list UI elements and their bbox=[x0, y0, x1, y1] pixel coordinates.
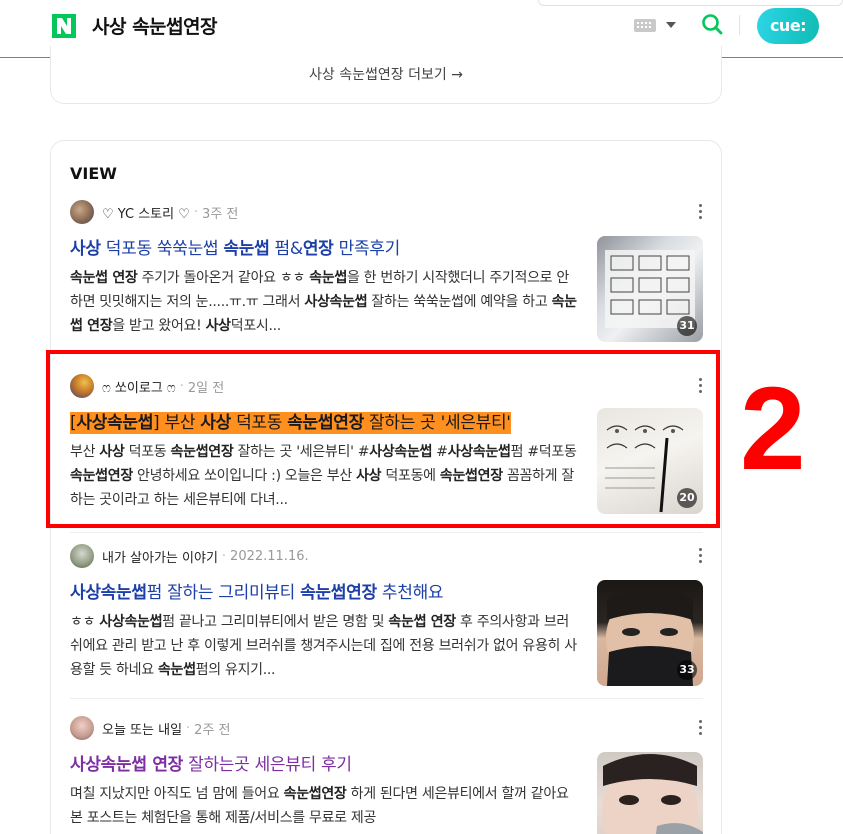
text-segment: 잘하는 쑥쑥눈썹에 예약을 하고 bbox=[367, 294, 552, 310]
separator-dot: · bbox=[193, 204, 199, 220]
section-title: VIEW bbox=[70, 164, 117, 183]
image-count-badge: 33 bbox=[677, 660, 697, 680]
more-results-link[interactable]: 사상 속눈썹연장 더보기 → bbox=[51, 64, 721, 84]
text-segment: 만족후기 bbox=[333, 239, 401, 259]
post-date: 2주 전 bbox=[194, 722, 231, 738]
author-name[interactable]: ♡ YC 스토리 ♡ bbox=[102, 203, 190, 222]
image-count-badge: 31 bbox=[677, 316, 697, 336]
author-name[interactable]: 오늘 또는 내일 bbox=[102, 719, 182, 738]
profile-row[interactable]: ♡ YC 스토리 ♡ · 3주 전 bbox=[70, 200, 238, 224]
annotation-highlight-box bbox=[46, 350, 720, 528]
text-segment: 펌 잘하는 그리미뷰티 bbox=[146, 583, 301, 603]
text-segment: 며칠 지났지만 아직도 넘 맘에 들어요 bbox=[70, 786, 284, 802]
more-results-card: 사상 속눈썹연장 더보기 → bbox=[50, 46, 722, 104]
more-options-icon[interactable] bbox=[697, 204, 703, 220]
chevron-down-icon[interactable] bbox=[666, 22, 676, 28]
separator-dot: · bbox=[221, 548, 227, 564]
post-thumbnail[interactable]: 31 bbox=[597, 236, 703, 342]
more-options-icon[interactable] bbox=[697, 720, 703, 736]
text-segment: 주기가 돌아온거 같아요 ㅎㅎ bbox=[137, 270, 310, 286]
post-title-link[interactable]: 사상속눈썹펌 잘하는 그리미뷰티 속눈썹연장 추천해요 bbox=[70, 578, 444, 603]
more-options-icon[interactable] bbox=[697, 548, 703, 564]
post-snippet[interactable]: ㅎㅎ 사상속눈썹펌 끝나고 그리미뷰티에서 받은 명함 및 속눈썹 연장 후 주… bbox=[70, 610, 580, 682]
profile-row[interactable]: 오늘 또는 내일 · 2주 전 bbox=[70, 716, 231, 740]
text-segment: 사상속눈썹 연장 bbox=[70, 755, 183, 775]
search-query-text[interactable]: 사상 속눈썹연장 bbox=[92, 12, 217, 39]
post-thumbnail[interactable]: 33 bbox=[597, 580, 703, 686]
list-item: 오늘 또는 내일 · 2주 전 사상속눈썹 연장 잘하는곳 세은뷰티 후기 며칠… bbox=[70, 716, 703, 834]
post-title-link[interactable]: 사상 덕포동 쑥쑥눈썹 속눈썹 펌&연장 만족후기 bbox=[70, 234, 400, 259]
author-name[interactable]: 내가 살아가는 이야기 bbox=[102, 547, 218, 566]
text-segment: 사상 bbox=[205, 318, 231, 334]
avatar[interactable] bbox=[70, 200, 94, 224]
text-segment: 사상속눈썹 bbox=[70, 583, 147, 603]
avatar[interactable] bbox=[70, 544, 94, 568]
search-icon[interactable] bbox=[700, 12, 724, 36]
text-segment: 덕포동 쑥쑥눈썹 bbox=[100, 239, 224, 259]
dropdown-edge bbox=[538, 0, 843, 6]
separator-dot: · bbox=[186, 720, 191, 736]
post-title-link[interactable]: 사상속눈썹 연장 잘하는곳 세은뷰티 후기 bbox=[70, 750, 352, 775]
header-divider bbox=[739, 15, 740, 35]
post-snippet[interactable]: 속눈썹 연장 주기가 돌아온거 같아요 ㅎㅎ 속눈썹을 한 번하기 시작했더니 … bbox=[70, 266, 580, 338]
text-segment: 사상속눈썹 bbox=[304, 294, 368, 310]
text-segment: 사상 bbox=[70, 239, 101, 259]
text-segment: ㅎㅎ bbox=[70, 614, 100, 630]
text-segment: 펌의 유지기... bbox=[195, 662, 276, 678]
text-segment: 펌 끝나고 그리미뷰티에서 받은 명함 및 bbox=[162, 614, 389, 630]
text-segment: 펌& bbox=[269, 239, 304, 259]
text-segment: 잘하는곳 세은뷰티 후기 bbox=[183, 755, 352, 775]
item-divider bbox=[70, 698, 703, 699]
text-segment: 속눈썹 bbox=[223, 239, 270, 259]
item-divider bbox=[70, 532, 703, 533]
list-item: ♡ YC 스토리 ♡ · 3주 전 사상 덕포동 쑥쑥눈썹 속눈썹 펌&연장 만… bbox=[70, 200, 703, 350]
post-thumbnail[interactable] bbox=[597, 752, 703, 834]
cue-button[interactable]: cue: bbox=[757, 8, 819, 44]
list-item: 내가 살아가는 이야기 · 2022.11.16. 사상속눈썹펌 잘하는 그리미… bbox=[70, 544, 703, 694]
text-segment: 속눈썹 연장 bbox=[70, 270, 138, 286]
keyboard-icon[interactable] bbox=[634, 19, 656, 32]
post-date: 2022.11.16. bbox=[230, 548, 309, 564]
text-segment: 연장 bbox=[302, 239, 334, 259]
post-snippet[interactable]: 며칠 지났지만 아직도 넘 맘에 들어요 속눈썹연장 하게 된다면 세은뷰티에서… bbox=[70, 782, 580, 830]
post-date: 3주 전 bbox=[202, 206, 239, 222]
text-segment: 사상속눈썹 bbox=[99, 614, 163, 630]
text-segment: 속눈썹 bbox=[309, 270, 347, 286]
text-segment: 속눈썹 bbox=[157, 662, 196, 678]
naver-logo-icon[interactable] bbox=[52, 14, 76, 38]
text-segment: 덕포시... bbox=[230, 318, 282, 334]
profile-row[interactable]: 내가 살아가는 이야기 · 2022.11.16. bbox=[70, 544, 309, 568]
annotation-label: 2 bbox=[740, 363, 806, 495]
text-segment: 속눈썹연장 bbox=[283, 786, 347, 802]
avatar[interactable] bbox=[70, 716, 94, 740]
text-segment: 속눈썹 연장 bbox=[388, 614, 456, 630]
thumbnail-image bbox=[602, 754, 703, 834]
text-segment: 속눈썹연장 bbox=[300, 583, 377, 603]
text-segment: 을 받고 왔어요! bbox=[112, 318, 206, 334]
text-segment: 추천해요 bbox=[376, 583, 444, 603]
